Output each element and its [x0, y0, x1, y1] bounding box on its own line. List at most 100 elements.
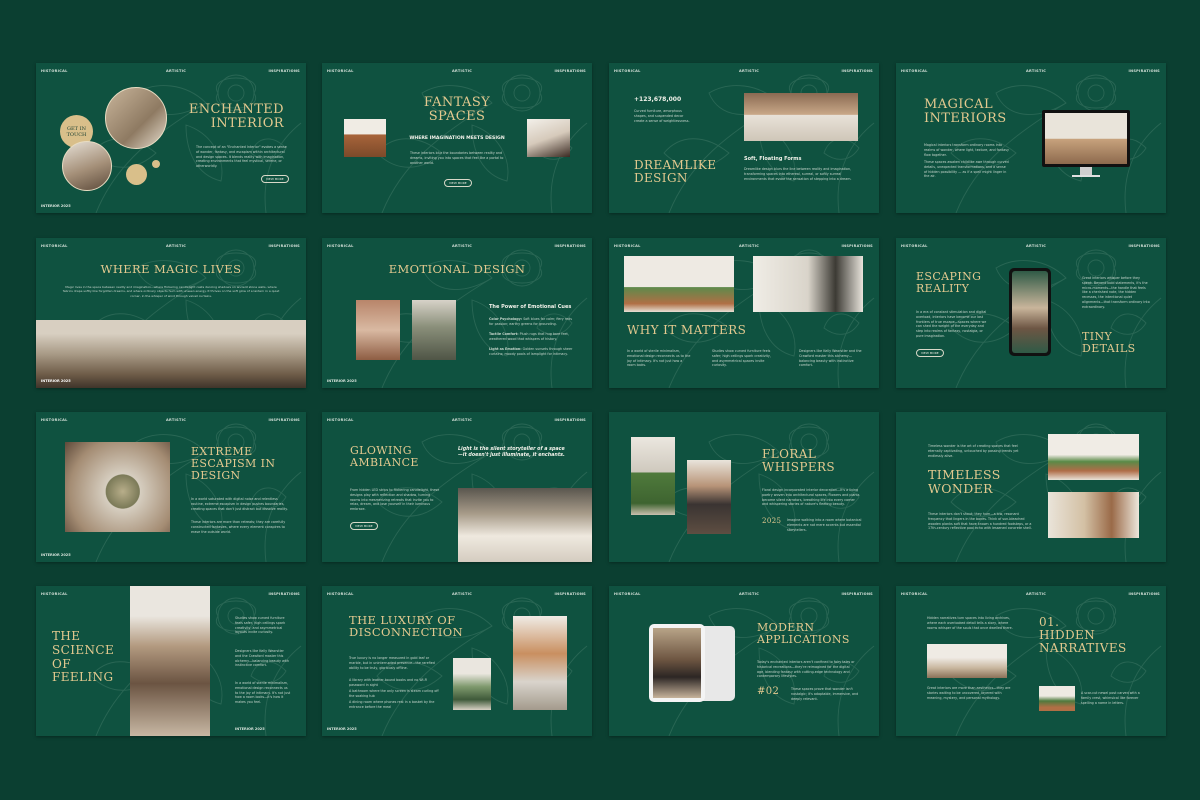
slide-title: THE LUXURY OF DISCONNECTION — [349, 613, 464, 640]
header-center: ARTISTIC — [1026, 69, 1047, 73]
tiny-details-body: Great interiors whisper before they spea… — [1082, 276, 1150, 309]
slide-body: Timeless wonder is the art of creating s… — [928, 444, 1019, 458]
header-center: ARTISTIC — [166, 244, 187, 248]
slide-escaping-reality[interactable]: HISTORICAL ARTISTIC INSPIRATIONS ESCAPIN… — [896, 238, 1166, 388]
bullet-1: A library with leather-bound books and n… — [349, 678, 428, 687]
header-left: HISTORICAL — [41, 69, 68, 73]
header-center: ARTISTIC — [452, 244, 473, 248]
view-more-button[interactable]: VIEW MORE — [350, 522, 378, 530]
slide-dreamlike-design[interactable]: HISTORICAL ARTISTIC INSPIRATIONS +123,67… — [609, 63, 879, 213]
header-left: HISTORICAL — [614, 592, 641, 596]
header-right: INSPIRATIONS — [1128, 69, 1160, 73]
slide-body: The concept of an "Enchanted Interior" e… — [196, 145, 287, 169]
slide-body: Magical interiors transform ordinary roo… — [924, 143, 1009, 157]
header-left: HISTORICAL — [327, 69, 354, 73]
slide-timeless-wonder[interactable]: Timeless wonder is the art of creating s… — [896, 412, 1166, 562]
header-center: ARTISTIC — [166, 69, 187, 73]
bullet-2: A bathroom where the only screen is stea… — [349, 689, 439, 698]
slide-science-of-feeling[interactable]: HISTORICAL ARTISTIC INSPIRATIONS THE SCI… — [36, 586, 306, 736]
header-left: HISTORICAL — [327, 592, 354, 596]
photo-living-room — [105, 87, 167, 149]
gold-dot-large — [126, 164, 147, 185]
slide-body: Magic lives in the space between reality… — [62, 285, 280, 298]
photo-vases — [453, 658, 491, 710]
header-center: ARTISTIC — [1026, 244, 1047, 248]
slide-title: MAGICAL INTERIORS — [924, 97, 1007, 127]
slide-title: THE SCIENCE OF FEELING — [52, 629, 115, 685]
monitor-base — [1072, 175, 1100, 177]
slide-where-magic-lives[interactable]: HISTORICAL ARTISTIC INSPIRATIONS WHERE M… — [36, 238, 306, 388]
slide-subtitle: Soft, Floating Forms — [744, 156, 802, 162]
number-text: These spaces prove that wonder isn't nos… — [791, 687, 859, 701]
slide-body: Floral design incorporated interior deco… — [762, 488, 860, 507]
header-right: INSPIRATIONS — [554, 69, 586, 73]
slide-magical-interiors[interactable]: HISTORICAL ARTISTIC INSPIRATIONS MAGICAL… — [896, 63, 1166, 213]
slide-title: ENCHANTED INTERIOR — [188, 102, 284, 132]
slide-fantasy-spaces[interactable]: HISTORICAL ARTISTIC INSPIRATIONS FANTASY… — [322, 63, 592, 213]
slide-luxury-of-disconnection[interactable]: HISTORICAL ARTISTIC INSPIRATIONS THE LUX… — [322, 586, 592, 736]
footer-label: INTERIOR 2025 — [327, 727, 357, 731]
header-right: INSPIRATIONS — [841, 244, 873, 248]
header-left: HISTORICAL — [901, 69, 928, 73]
header-right: INSPIRATIONS — [554, 592, 586, 596]
photo-woman-reading — [527, 119, 570, 157]
slide-why-it-matters[interactable]: HISTORICAL ARTISTIC INSPIRATIONS WHY IT … — [609, 238, 879, 388]
header-right: INSPIRATIONS — [268, 418, 300, 422]
slide-subtitle: WHERE IMAGINATION MEETS DESIGN — [409, 136, 505, 141]
header-center: ARTISTIC — [739, 69, 760, 73]
slide-body: True luxury is no longer measured in gol… — [349, 656, 435, 670]
footer-label: INTERIOR 2025 — [41, 204, 71, 208]
emotional-cue-2-label: Tactile Comfort: — [489, 332, 519, 336]
slide-title: GLOWING AMBIANCE — [350, 444, 419, 469]
header-left: HISTORICAL — [327, 244, 354, 248]
photo-woman-seated — [412, 300, 456, 360]
view-more-button[interactable]: VIEW MORE — [444, 179, 472, 187]
slide-body-secondary: These spaces awaken childlike awe throug… — [924, 160, 1009, 179]
photo-woman-reading-book — [130, 586, 210, 736]
slide-body-secondary: Great interiors are more than aesthetics… — [927, 686, 1011, 700]
header-center: ARTISTIC — [739, 244, 760, 248]
header-center: ARTISTIC — [166, 418, 187, 422]
slide-body: Dreamlike design blurs the line between … — [744, 167, 852, 181]
slide-glowing-ambiance[interactable]: HISTORICAL ARTISTIC INSPIRATIONS GLOWING… — [322, 412, 592, 562]
photo-small-plant — [1039, 686, 1075, 711]
header-right: INSPIRATIONS — [268, 592, 300, 596]
view-more-button[interactable]: VIEW MORE — [261, 175, 289, 183]
slide-extreme-escapism[interactable]: HISTORICAL ARTISTIC INSPIRATIONS EXTREME… — [36, 412, 306, 562]
emotional-cue-1: Color Psychology: Soft blues for calm; f… — [489, 317, 574, 327]
view-more-button[interactable]: VIEW MORE — [916, 349, 944, 357]
slide-enchanted-interior[interactable]: HISTORICAL ARTISTIC INSPIRATIONS GET IN … — [36, 63, 306, 213]
monitor-screen — [1045, 113, 1127, 164]
header-left: HISTORICAL — [901, 592, 928, 596]
header-right: INSPIRATIONS — [1128, 244, 1160, 248]
slide-hidden-narratives[interactable]: HISTORICAL ARTISTIC INSPIRATIONS Hidden … — [896, 586, 1166, 736]
header-center: ARTISTIC — [1026, 592, 1047, 596]
emotional-cue-3-label: Light as Emotion: — [489, 347, 522, 351]
slide-body: Studies show curved furniture feels safe… — [235, 616, 286, 635]
photo-flower-vase — [65, 442, 170, 532]
slide-title: EMOTIONAL DESIGN — [388, 262, 526, 276]
emotional-cue-1-label: Color Psychology: — [489, 317, 523, 321]
slide-quote: Light is the silent storyteller of a spa… — [458, 447, 565, 459]
header-left: HISTORICAL — [41, 418, 68, 422]
slide-title: MODERN APPLICATIONS — [757, 621, 850, 646]
slide-emotional-design[interactable]: HISTORICAL ARTISTIC INSPIRATIONS EMOTION… — [322, 238, 592, 388]
slide-title: 01. HIDDEN NARRATIVES — [1039, 615, 1127, 655]
header-right: INSPIRATIONS — [1128, 592, 1160, 596]
year-text: Imagine walking into a room where botani… — [787, 518, 862, 532]
header-right: INSPIRATIONS — [841, 69, 873, 73]
header-right: INSPIRATIONS — [554, 418, 586, 422]
photo-work-desk — [753, 256, 863, 312]
header-right: INSPIRATIONS — [554, 244, 586, 248]
photo-woman-resting — [62, 141, 112, 191]
header-left: HISTORICAL — [327, 418, 354, 422]
header-left: HISTORICAL — [41, 592, 68, 596]
slide-modern-applications[interactable]: HISTORICAL ARTISTIC INSPIRATIONS MODERN … — [609, 586, 879, 736]
photo-hand-plant — [356, 300, 400, 360]
monitor-stand — [1080, 167, 1092, 175]
slide-floral-whispers[interactable]: FLORAL WHISPERS Floral design incorporat… — [609, 412, 879, 562]
slide-body: These interiors blur the boundaries betw… — [410, 151, 504, 165]
slide-title: TIMELESS WONDER — [928, 467, 1001, 496]
header-left: HISTORICAL — [41, 244, 68, 248]
slide-subtitle: The Power of Emotional Cues — [489, 304, 572, 310]
